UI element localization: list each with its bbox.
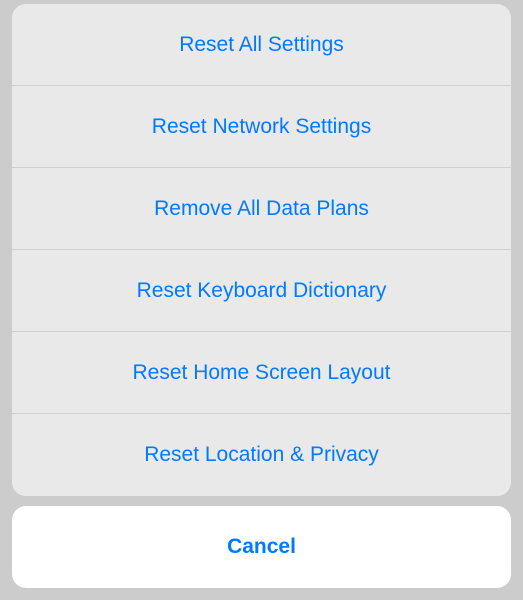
reset-all-settings-option[interactable]: Reset All Settings <box>12 4 511 86</box>
option-label: Remove All Data Plans <box>154 197 369 221</box>
action-sheet-options-group: Reset All Settings Reset Network Setting… <box>12 4 511 496</box>
option-label: Reset Keyboard Dictionary <box>137 279 387 303</box>
option-label: Reset Location & Privacy <box>144 443 379 467</box>
option-label: Reset Network Settings <box>152 115 371 139</box>
cancel-button[interactable]: Cancel <box>12 506 511 588</box>
option-label: Reset All Settings <box>179 33 344 57</box>
reset-location-privacy-option[interactable]: Reset Location & Privacy <box>12 414 511 496</box>
remove-all-data-plans-option[interactable]: Remove All Data Plans <box>12 168 511 250</box>
reset-keyboard-dictionary-option[interactable]: Reset Keyboard Dictionary <box>12 250 511 332</box>
reset-home-screen-layout-option[interactable]: Reset Home Screen Layout <box>12 332 511 414</box>
reset-network-settings-option[interactable]: Reset Network Settings <box>12 86 511 168</box>
cancel-label: Cancel <box>227 535 296 559</box>
action-sheet: Reset All Settings Reset Network Setting… <box>12 4 511 588</box>
option-label: Reset Home Screen Layout <box>133 361 391 385</box>
